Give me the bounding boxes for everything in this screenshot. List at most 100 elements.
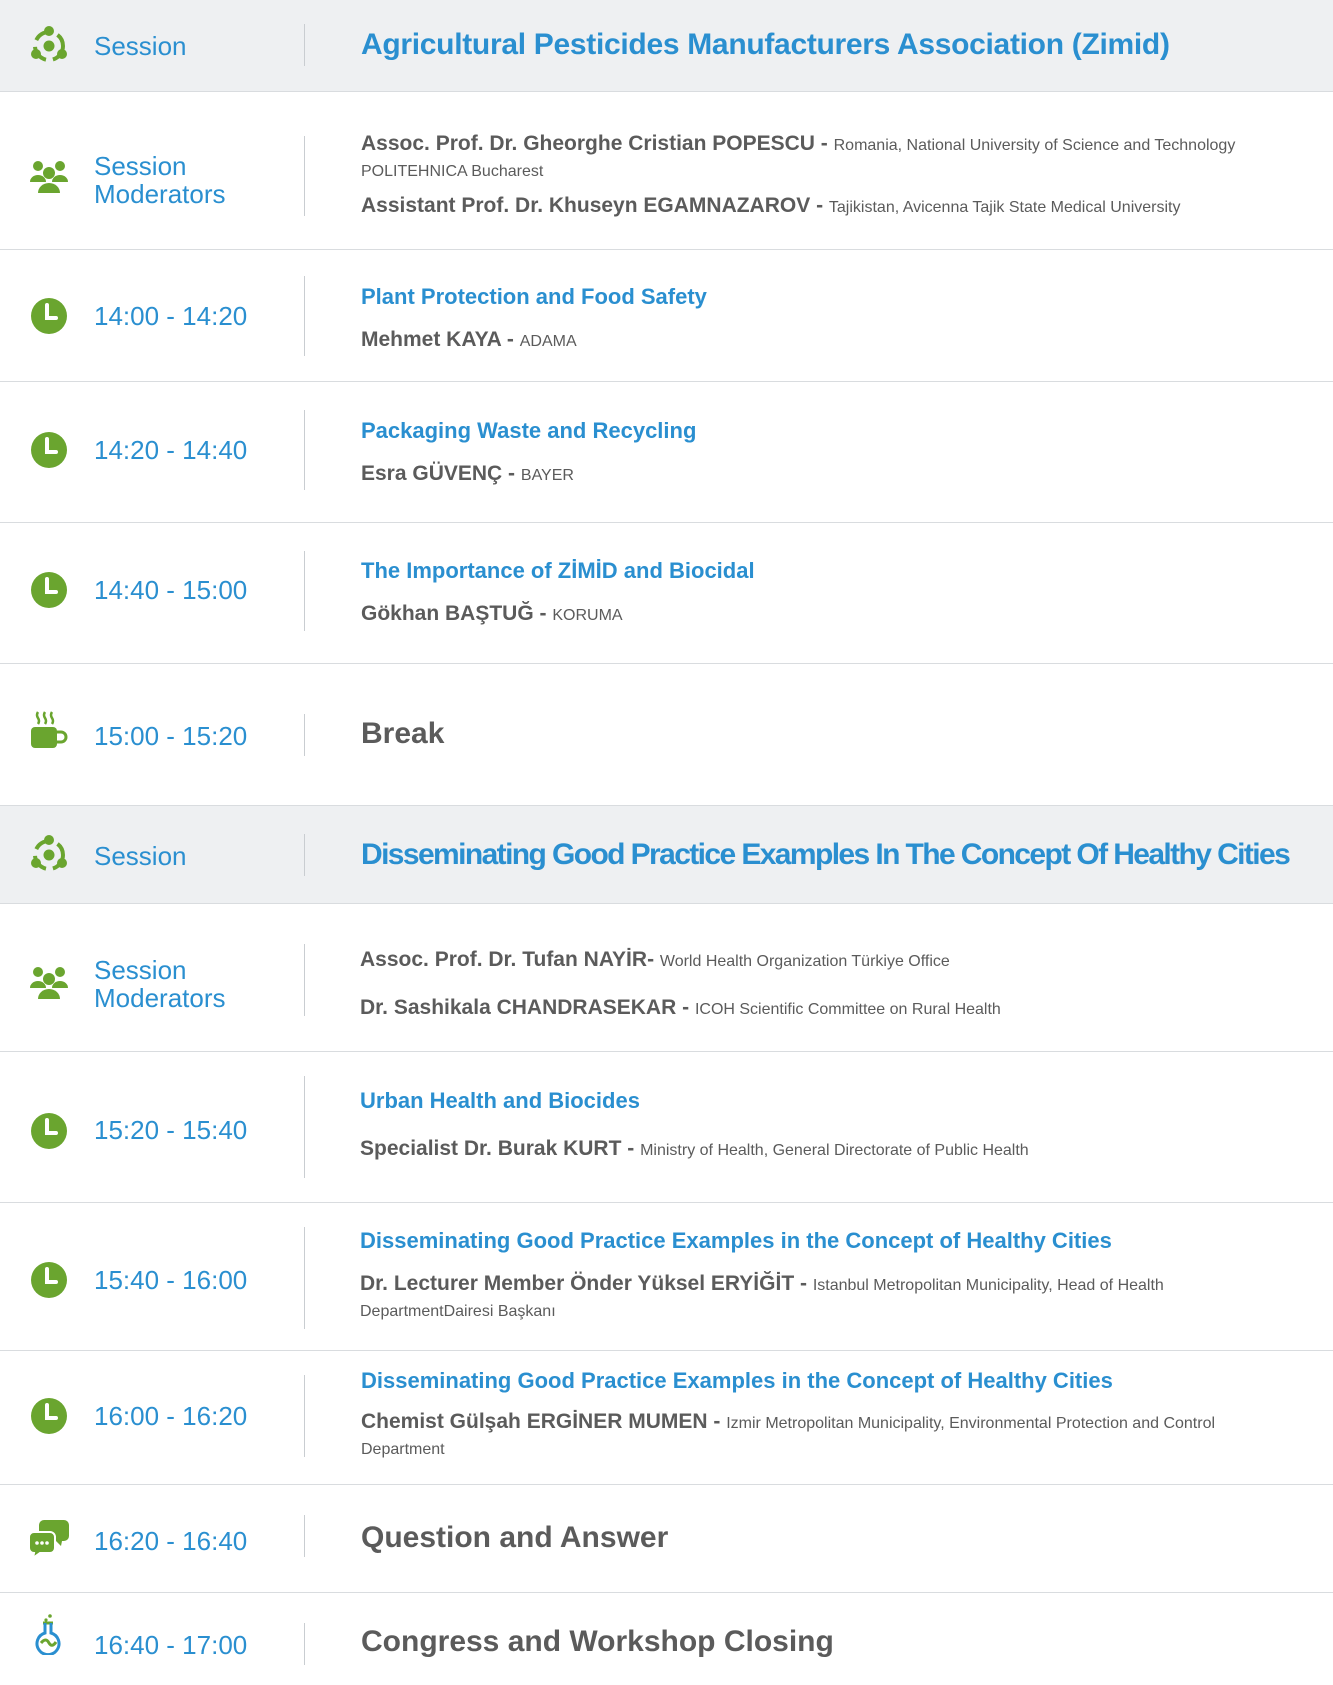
speaker-name: Mehmet KAYA [361, 328, 502, 351]
session-title: Agricultural Pesticides Manufacturers As… [361, 28, 1170, 61]
column-divider [304, 714, 305, 756]
clock-icon [28, 1110, 70, 1152]
time-slot: 16:00 - 16:20 [94, 1401, 248, 1431]
column-divider [304, 944, 305, 1016]
clock-icon [28, 1395, 70, 1437]
speaker-affiliation: KORUMA [552, 607, 623, 624]
moderator-name: Assistant Prof. Dr. Khuseyn EGAMNAZAROV [361, 194, 811, 217]
separator: - [794, 1272, 813, 1295]
people-group-icon [28, 154, 70, 196]
time-slot: 16:20 - 16:40 [94, 1526, 248, 1556]
speaker-name: Esra GÜVENÇ [361, 462, 503, 485]
separator: - [501, 328, 520, 351]
people-group-icon [28, 960, 70, 1002]
agenda-row: 14:40 - 15:00 The Importance of ZİMİD an… [0, 523, 1333, 664]
separator: - [810, 194, 829, 217]
speaker-affiliation: Ministry of Health, General Directorate … [640, 1142, 1029, 1159]
agenda-row: 14:20 - 14:40 Packaging Waste and Recycl… [0, 382, 1333, 523]
moderator-affiliation: ICOH Scientific Committee on Rural Healt… [694, 1001, 1001, 1018]
agenda-row: 16:00 - 16:20 Disseminating Good Practic… [0, 1351, 1333, 1485]
time-slot: 14:20 - 14:40 [94, 435, 248, 465]
session-network-icon [28, 834, 70, 876]
time-slot: 15:40 - 16:00 [94, 1265, 248, 1295]
moderators-label: Session Moderators [94, 152, 226, 208]
time-slot: 14:00 - 14:20 [94, 301, 248, 331]
separator: - [814, 132, 834, 155]
moderator-entry: Assistant Prof. Dr. Khuseyn EGAMNAZAROV … [361, 194, 1293, 220]
separator: - [621, 1137, 641, 1160]
moderator-entry: Assoc. Prof. Dr. Tufan NAYİR- World Heal… [360, 948, 1293, 974]
time-slot: 16:40 - 17:00 [94, 1630, 248, 1660]
qa-row: 16:20 - 16:40 Question and Answer [0, 1485, 1333, 1593]
session-label: Session [94, 841, 187, 871]
column-divider [304, 1375, 305, 1457]
time-slot: 14:40 - 15:00 [94, 575, 248, 605]
separator: - [647, 948, 660, 971]
session-network-icon [28, 25, 70, 67]
moderators-label-line1: Session [94, 151, 187, 181]
speaker-name: Chemist Gülşah ERGİNER MUMEN [361, 1410, 708, 1433]
agenda-row: 15:40 - 16:00 Disseminating Good Practic… [0, 1203, 1333, 1351]
separator: - [707, 1410, 727, 1433]
flask-icon [28, 1613, 70, 1655]
time-slot: 15:00 - 15:20 [94, 721, 248, 751]
time-slot: 15:20 - 15:40 [94, 1115, 248, 1145]
speaker-affiliation: BAYER [520, 467, 574, 484]
speaker-entry: Chemist Gülşah ERGİNER MUMEN - Izmir Met… [361, 1410, 1293, 1462]
closing-row: 16:40 - 17:00 Congress and Workshop Clos… [0, 1593, 1333, 1685]
talk-title: Packaging Waste and Recycling [361, 418, 697, 443]
moderators-row: Session Moderators Assoc. Prof. Dr. Tufa… [0, 904, 1333, 1052]
column-divider [304, 24, 305, 66]
column-divider [304, 1076, 305, 1178]
talk-title: Disseminating Good Practice Examples in … [361, 1368, 1113, 1393]
column-divider [304, 1227, 305, 1329]
clock-icon [28, 1259, 70, 1301]
moderators-row: Session Moderators Assoc. Prof. Dr. Gheo… [0, 92, 1333, 250]
moderator-affiliation: World Health Organization Türkiye Office [659, 953, 950, 970]
separator: - [502, 462, 521, 485]
agenda-row: 14:00 - 14:20 Plant Protection and Food … [0, 250, 1333, 382]
session-label: Session [94, 31, 187, 61]
clock-icon [28, 569, 70, 611]
speaker-name: Specialist Dr. Burak KURT [360, 1137, 622, 1160]
column-divider [304, 1515, 305, 1557]
speaker-entry: Specialist Dr. Burak KURT - Ministry of … [360, 1137, 1293, 1163]
moderators-label: Session Moderators [94, 956, 226, 1012]
column-divider [304, 410, 305, 490]
clock-icon [28, 429, 70, 471]
moderators-label-line2: Moderators [94, 983, 226, 1013]
moderators-label-line2: Moderators [94, 179, 226, 209]
speaker-entry: Gökhan BAŞTUĞ - KORUMA [361, 602, 1293, 628]
talk-title: Urban Health and Biocides [360, 1088, 640, 1113]
talk-title: Disseminating Good Practice Examples in … [360, 1228, 1112, 1253]
column-divider [304, 136, 305, 216]
column-divider [304, 1623, 305, 1665]
session-header-row: Session Agricultural Pesticides Manufact… [0, 0, 1333, 92]
moderator-affiliation: Tajikistan, Avicenna Tajik State Medical… [828, 199, 1181, 216]
clock-icon [28, 295, 70, 337]
qa-title: Question and Answer [361, 1521, 669, 1554]
speaker-name: Dr. Lecturer Member Önder Yüksel ERYİĞİT [360, 1272, 795, 1295]
speaker-name: Gökhan BAŞTUĞ [361, 602, 534, 625]
separator: - [676, 996, 695, 1019]
chat-bubbles-icon [28, 1518, 70, 1560]
speaker-entry: Mehmet KAYA - ADAMA [361, 328, 1293, 354]
session-header-row: Session Disseminating Good Practice Exam… [0, 806, 1333, 904]
moderator-entry: Dr. Sashikala CHANDRASEKAR - ICOH Scient… [360, 996, 1293, 1022]
speaker-entry: Esra GÜVENÇ - BAYER [361, 462, 1293, 488]
session-title: Disseminating Good Practice Examples In … [361, 838, 1291, 871]
moderator-name: Assoc. Prof. Dr. Tufan NAYİR [360, 948, 648, 971]
column-divider [304, 551, 305, 631]
closing-title: Congress and Workshop Closing [361, 1625, 834, 1658]
break-title: Break [361, 717, 445, 750]
moderator-name: Assoc. Prof. Dr. Gheorghe Cristian POPES… [361, 132, 815, 155]
talk-title: The Importance of ZİMİD and Biocidal [361, 558, 755, 583]
break-row: 15:00 - 15:20 Break [0, 664, 1333, 806]
column-divider [304, 834, 305, 876]
coffee-cup-icon [28, 708, 70, 750]
speaker-entry: Dr. Lecturer Member Önder Yüksel ERYİĞİT… [360, 1272, 1293, 1324]
speaker-affiliation: ADAMA [519, 333, 577, 350]
moderators-label-line1: Session [94, 955, 187, 985]
moderator-name: Dr. Sashikala CHANDRASEKAR [360, 996, 677, 1019]
separator: - [533, 602, 553, 625]
